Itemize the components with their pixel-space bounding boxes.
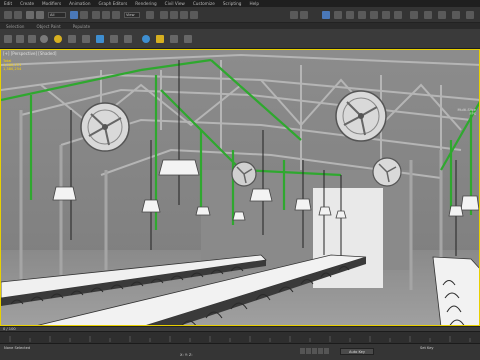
scale-icon[interactable] (112, 11, 120, 19)
material-editor-icon[interactable] (358, 11, 366, 19)
viewport-label[interactable]: [+] [Perspective] [Shaded] (3, 51, 57, 56)
menu-civil-view[interactable]: Civil View (161, 1, 189, 6)
perspective-viewport[interactable]: [+] [Perspective] [Shaded] Total 1,380,2… (0, 49, 480, 326)
play-icon[interactable] (312, 348, 317, 354)
workspace-icon[interactable] (452, 11, 460, 19)
barn-scene-render (1, 50, 479, 325)
unlink-icon[interactable] (36, 11, 44, 19)
maximize-icon[interactable] (466, 11, 474, 19)
tab-selection[interactable]: Selection (0, 24, 30, 29)
camera-icon[interactable] (68, 35, 76, 43)
mirror-icon[interactable] (290, 11, 298, 19)
go-to-start-icon[interactable] (300, 348, 305, 354)
menu-rendering[interactable]: Rendering (131, 1, 160, 6)
scene-explorer-icon[interactable] (170, 35, 178, 43)
ceiling-fan (335, 90, 387, 142)
align-icon[interactable] (300, 11, 308, 19)
status-bar: None Selected X: Y: Z: Auto Key Set Key (0, 343, 480, 360)
schematic-view-icon[interactable] (346, 11, 354, 19)
menu-bar: Edit Create Modifiers Animation Graph Ed… (0, 0, 480, 7)
menu-modifiers[interactable]: Modifiers (38, 1, 65, 6)
ceiling-fan (372, 157, 402, 187)
systems-icon[interactable] (110, 35, 118, 43)
main-toolbar: All View (0, 7, 480, 23)
select-by-name-icon[interactable] (80, 11, 88, 19)
tab-object-paint[interactable]: Object Paint (30, 24, 66, 29)
reference-coordinate-dropdown[interactable]: View (124, 12, 140, 18)
viewport-right-stats: Multi-Slice FPS (457, 108, 476, 116)
next-frame-icon[interactable] (318, 348, 323, 354)
feed-trough (432, 256, 479, 325)
freeform-icon[interactable] (28, 35, 36, 43)
coordinate-readout[interactable]: X: Y: Z: (180, 353, 193, 357)
menu-create[interactable]: Create (16, 1, 38, 6)
menu-animation[interactable]: Animation (65, 1, 94, 6)
hierarchy-icon[interactable] (124, 35, 132, 43)
secondary-toolbar (0, 29, 480, 49)
sphere-icon[interactable] (40, 35, 48, 43)
link-icon[interactable] (26, 11, 34, 19)
render-production-icon[interactable] (394, 11, 402, 19)
render-setup-icon[interactable] (370, 11, 378, 19)
render-icon[interactable] (410, 11, 418, 19)
angle-snap-icon[interactable] (170, 11, 178, 19)
percent-snap-icon[interactable] (180, 11, 188, 19)
rendered-frame-window-icon[interactable] (382, 11, 390, 19)
ceiling-fan (80, 102, 130, 152)
menu-graph-editors[interactable]: Graph Editors (95, 1, 132, 6)
previous-frame-icon[interactable] (306, 348, 311, 354)
options-icon[interactable] (184, 35, 192, 43)
rotate-icon[interactable] (102, 11, 110, 19)
environment-icon[interactable] (438, 11, 446, 19)
menu-scripting[interactable]: Scripting (219, 1, 246, 6)
teapot-render-icon[interactable] (424, 11, 432, 19)
light-icon[interactable] (54, 35, 62, 43)
set-key-button[interactable]: Set Key (420, 346, 434, 350)
ceiling-fan (231, 161, 257, 187)
pivot-icon[interactable] (146, 11, 154, 19)
utilities-icon[interactable] (156, 35, 164, 43)
spacewarp-icon[interactable] (96, 35, 104, 43)
move-icon[interactable] (92, 11, 100, 19)
layer-explorer-icon[interactable] (322, 11, 330, 19)
graphite-tools-icon[interactable] (4, 35, 12, 43)
spinner-snap-icon[interactable] (190, 11, 198, 19)
stats-line: 1,380,254 (3, 67, 22, 72)
go-to-end-icon[interactable] (324, 348, 329, 354)
viewport-stats: Total 1,380,251 1,380,254 (3, 59, 21, 72)
selection-filter-dropdown[interactable]: All (48, 12, 66, 18)
playback-controls (300, 348, 336, 355)
menu-customize[interactable]: Customize (189, 1, 219, 6)
snap-icon[interactable] (160, 11, 168, 19)
track-bar[interactable] (0, 331, 480, 343)
helper-icon[interactable] (82, 35, 90, 43)
tab-populate[interactable]: Populate (67, 24, 96, 29)
stats-line: FPS (469, 112, 476, 117)
selection-status: None Selected (4, 346, 31, 350)
display-icon[interactable] (142, 35, 150, 43)
menu-edit[interactable]: Edit (0, 1, 16, 6)
auto-key-button[interactable]: Auto Key (340, 348, 374, 355)
redo-icon[interactable] (14, 11, 22, 19)
edit-poly-icon[interactable] (16, 35, 24, 43)
menu-help[interactable]: Help (245, 1, 263, 6)
select-object-icon[interactable] (70, 11, 78, 19)
undo-icon[interactable] (4, 11, 12, 19)
curve-editor-icon[interactable] (334, 11, 342, 19)
